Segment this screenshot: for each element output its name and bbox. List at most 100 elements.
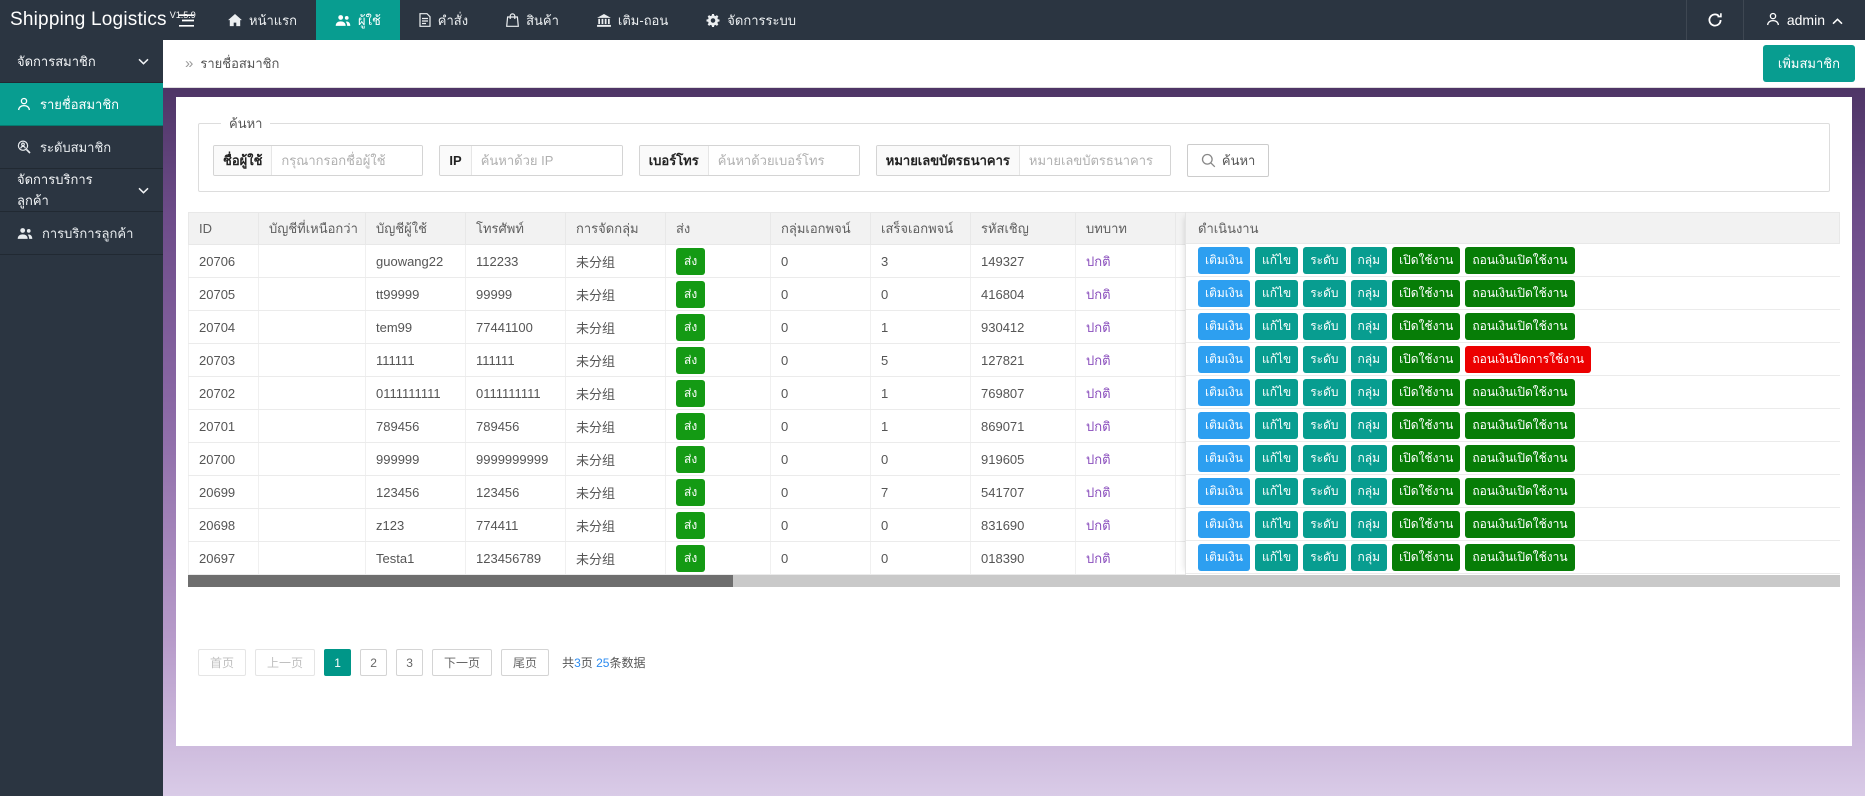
sidebar-section-customer-service[interactable]: จัดการบริการลูกค้า — [0, 169, 163, 212]
group-button[interactable]: กลุ่ม — [1351, 346, 1388, 373]
level-button[interactable]: ระดับ — [1303, 478, 1345, 505]
phone-field[interactable] — [709, 146, 859, 175]
nav-item-deposit-withdraw[interactable]: เติม-ถอน — [578, 0, 687, 40]
refresh-button[interactable] — [1687, 0, 1743, 40]
group-button[interactable]: กลุ่ม — [1351, 511, 1388, 538]
withdraw-toggle-button[interactable]: ถอนเงินเปิดใช้งาน — [1465, 379, 1574, 406]
group-button[interactable]: กลุ่ม — [1351, 412, 1388, 439]
sidebar-section-member-management[interactable]: จัดการสมาชิก — [0, 40, 163, 83]
group-button[interactable]: กลุ่ม — [1351, 544, 1388, 571]
group-button[interactable]: กลุ่ม — [1351, 379, 1388, 406]
enable-button[interactable]: เปิดใช้งาน — [1392, 544, 1460, 571]
group-button[interactable]: กลุ่ม — [1351, 247, 1388, 274]
nav-item-products[interactable]: สินค้า — [487, 0, 578, 40]
withdraw-toggle-button[interactable]: ถอนเงินเปิดใช้งาน — [1465, 511, 1574, 538]
page-next-button[interactable]: 下一页 — [432, 649, 492, 676]
send-button[interactable]: ส่ง — [676, 314, 705, 341]
page-number-button[interactable]: 1 — [324, 649, 351, 676]
enable-button[interactable]: เปิดใช้งาน — [1392, 247, 1460, 274]
page-number-button[interactable]: 3 — [396, 649, 423, 676]
withdraw-toggle-button[interactable]: ถอนเงินเปิดใช้งาน — [1465, 313, 1574, 340]
user-menu[interactable]: admin — [1744, 0, 1865, 40]
topup-button[interactable]: เติมเงิน — [1198, 379, 1250, 406]
enable-button[interactable]: เปิดใช้งาน — [1392, 379, 1460, 406]
edit-button[interactable]: แก้ไข — [1255, 313, 1298, 340]
level-button[interactable]: ระดับ — [1303, 379, 1345, 406]
withdraw-toggle-button[interactable]: ถอนเงินปิดการใช้งาน — [1465, 346, 1591, 373]
send-button[interactable]: ส่ง — [676, 512, 705, 539]
topup-button[interactable]: เติมเงิน — [1198, 313, 1250, 340]
topup-button[interactable]: เติมเงิน — [1198, 511, 1250, 538]
edit-button[interactable]: แก้ไข — [1255, 379, 1298, 406]
enable-button[interactable]: เปิดใช้งาน — [1392, 346, 1460, 373]
level-button[interactable]: ระดับ — [1303, 544, 1345, 571]
page-last-button[interactable]: 尾页 — [501, 649, 549, 676]
topup-button[interactable]: เติมเงิน — [1198, 247, 1250, 274]
group-button[interactable]: กลุ่ม — [1351, 445, 1388, 472]
level-button[interactable]: ระดับ — [1303, 445, 1345, 472]
send-button[interactable]: ส่ง — [676, 413, 705, 440]
edit-button[interactable]: แก้ไข — [1255, 280, 1298, 307]
enable-button[interactable]: เปิดใช้งาน — [1392, 313, 1460, 340]
topup-button[interactable]: เติมเงิน — [1198, 544, 1250, 571]
bank-card-field[interactable] — [1020, 146, 1170, 175]
scrollbar-thumb[interactable] — [188, 575, 733, 587]
topup-button[interactable]: เติมเงิน — [1198, 412, 1250, 439]
enable-button[interactable]: เปิดใช้งาน — [1392, 280, 1460, 307]
group-button[interactable]: กลุ่ม — [1351, 280, 1388, 307]
level-button[interactable]: ระดับ — [1303, 346, 1345, 373]
level-button[interactable]: ระดับ — [1303, 280, 1345, 307]
send-button[interactable]: ส่ง — [676, 380, 705, 407]
page-first-button[interactable]: 首页 — [198, 649, 246, 676]
topup-button[interactable]: เติมเงิน — [1198, 346, 1250, 373]
page-prev-button[interactable]: 上一页 — [255, 649, 315, 676]
withdraw-toggle-button[interactable]: ถอนเงินเปิดใช้งาน — [1465, 445, 1574, 472]
topup-button[interactable]: เติมเงิน — [1198, 445, 1250, 472]
enable-button[interactable]: เปิดใช้งาน — [1392, 511, 1460, 538]
username-field[interactable] — [272, 146, 422, 175]
order-icon — [419, 13, 431, 27]
edit-button[interactable]: แก้ไข — [1255, 445, 1298, 472]
send-button[interactable]: ส่ง — [676, 479, 705, 506]
sidebar-item-member-list[interactable]: รายชื่อสมาชิก — [0, 83, 163, 126]
search-button[interactable]: ค้นหา — [1187, 144, 1269, 177]
withdraw-toggle-button[interactable]: ถอนเงินเปิดใช้งาน — [1465, 247, 1574, 274]
withdraw-toggle-button[interactable]: ถอนเงินเปิดใช้งาน — [1465, 280, 1574, 307]
enable-button[interactable]: เปิดใช้งาน — [1392, 445, 1460, 472]
nav-item-orders[interactable]: คำสั่ง — [400, 0, 487, 40]
horizontal-scrollbar[interactable] — [188, 575, 1840, 587]
send-button[interactable]: ส่ง — [676, 347, 705, 374]
withdraw-toggle-button[interactable]: ถอนเงินเปิดใช้งาน — [1465, 478, 1574, 505]
send-button[interactable]: ส่ง — [676, 545, 705, 572]
edit-button[interactable]: แก้ไข — [1255, 511, 1298, 538]
group-button[interactable]: กลุ่ม — [1351, 478, 1388, 505]
level-button[interactable]: ระดับ — [1303, 313, 1345, 340]
nav-item-system[interactable]: จัดการระบบ — [687, 0, 815, 40]
topup-button[interactable]: เติมเงิน — [1198, 478, 1250, 505]
level-button[interactable]: ระดับ — [1303, 412, 1345, 439]
send-button[interactable]: ส่ง — [676, 281, 705, 308]
edit-button[interactable]: แก้ไข — [1255, 544, 1298, 571]
ip-field[interactable] — [472, 146, 622, 175]
sidebar-item-member-level[interactable]: ระดับสมาชิก — [0, 126, 163, 169]
send-button[interactable]: ส่ง — [676, 446, 705, 473]
withdraw-toggle-button[interactable]: ถอนเงินเปิดใช้งาน — [1465, 544, 1574, 571]
page-number-button[interactable]: 2 — [360, 649, 387, 676]
level-button[interactable]: ระดับ — [1303, 511, 1345, 538]
add-member-button[interactable]: เพิ่มสมาชิก — [1763, 45, 1855, 82]
sidebar-item-customer-service[interactable]: การบริการลูกค้า — [0, 212, 163, 255]
edit-button[interactable]: แก้ไข — [1255, 478, 1298, 505]
edit-button[interactable]: แก้ไข — [1255, 247, 1298, 274]
level-button[interactable]: ระดับ — [1303, 247, 1345, 274]
group-button[interactable]: กลุ่ม — [1351, 313, 1388, 340]
withdraw-toggle-button[interactable]: ถอนเงินเปิดใช้งาน — [1465, 412, 1574, 439]
enable-button[interactable]: เปิดใช้งาน — [1392, 412, 1460, 439]
nav-item-home[interactable]: หน้าแรก — [209, 0, 316, 40]
edit-button[interactable]: แก้ไข — [1255, 412, 1298, 439]
send-button[interactable]: ส่ง — [676, 248, 705, 275]
topup-button[interactable]: เติมเงิน — [1198, 280, 1250, 307]
nav-item-users[interactable]: ผู้ใช้ — [316, 0, 400, 40]
sidebar-toggle-button[interactable] — [163, 0, 209, 40]
enable-button[interactable]: เปิดใช้งาน — [1392, 478, 1460, 505]
edit-button[interactable]: แก้ไข — [1255, 346, 1298, 373]
